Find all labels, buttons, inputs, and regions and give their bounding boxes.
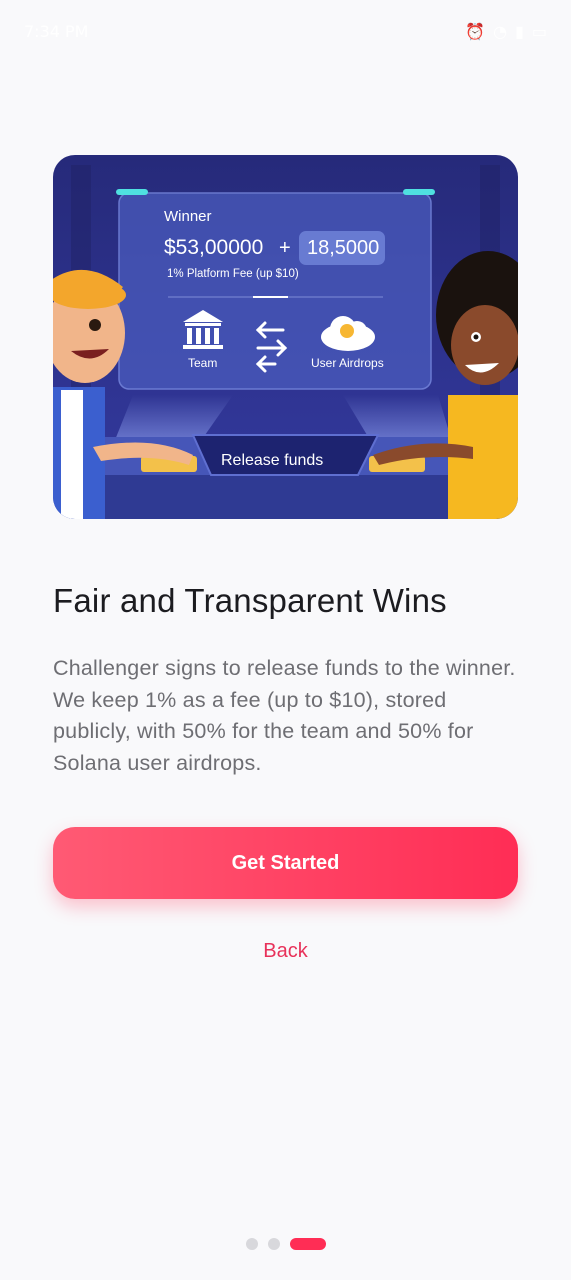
battery-icon: ▭ xyxy=(531,22,547,41)
onboarding-screen: 7:34 PM ⏰ ◔ ▮ ▭ Winner $53,00000 + 18,50… xyxy=(0,0,571,1280)
status-time: 7:34 PM xyxy=(24,22,89,41)
hero-illustration: Winner $53,00000 + 18,5000 1% Platform F… xyxy=(53,155,518,519)
airdrops-label: User Airdrops xyxy=(311,356,384,370)
back-button[interactable]: Back xyxy=(0,940,571,963)
status-icons: ⏰ ◔ ▮ ▭ xyxy=(465,22,547,41)
team-label: Team xyxy=(188,356,217,370)
page-description: Challenger signs to release funds to the… xyxy=(53,656,516,775)
pager-dot xyxy=(267,1238,280,1250)
get-started-button[interactable]: Get Started xyxy=(53,827,518,899)
winner-amount: $53,00000 xyxy=(164,236,263,259)
status-bar: 7:34 PM ⏰ ◔ ▮ ▭ xyxy=(0,0,571,64)
release-funds-label: Release funds xyxy=(221,452,323,469)
page-indicator xyxy=(0,1237,571,1251)
alarm-icon: ⏰ xyxy=(465,22,486,41)
signal-icon: ▮ xyxy=(515,22,524,41)
fee-note: 1% Platform Fee (up $10) xyxy=(167,268,299,280)
winner-label: Winner xyxy=(164,208,212,225)
pager-dot xyxy=(245,1238,258,1250)
plus-sign: + xyxy=(279,237,291,259)
pager-dot-active xyxy=(289,1238,326,1250)
wifi-icon: ◔ xyxy=(493,22,508,41)
page-title: Fair and Transparent Wins xyxy=(53,582,447,619)
bonus-amount: 18,5000 xyxy=(307,237,379,259)
